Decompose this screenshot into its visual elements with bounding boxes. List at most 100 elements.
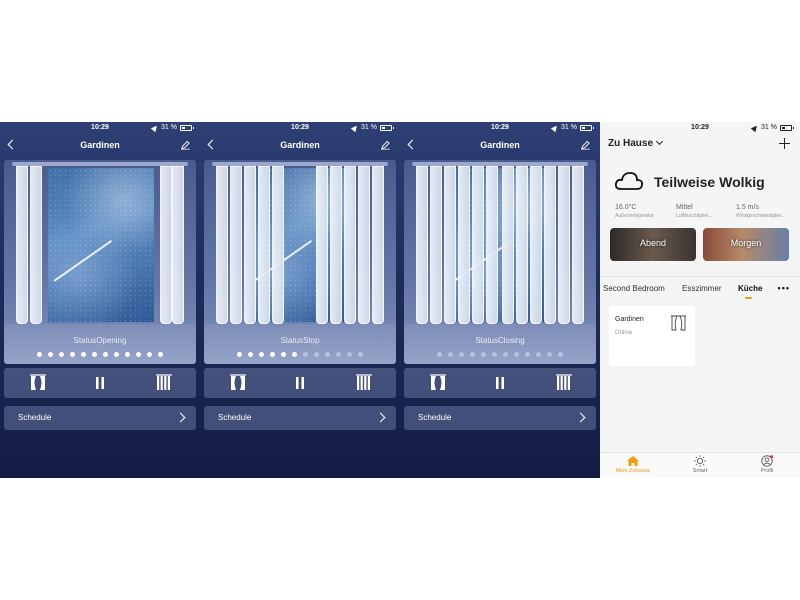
chevron-right-icon [175,412,186,423]
page-title: Gardinen [80,140,120,150]
curtain-slat [372,166,384,324]
weather-condition: Teilweise Wolkig [654,174,765,190]
battery-icon [580,125,594,131]
curtain-slat [358,166,370,324]
progress-dot [503,352,508,357]
humidity-value: Mittel [676,204,693,211]
progress-dot [481,352,486,357]
edit-icon[interactable] [581,140,590,150]
device-card-gardinen[interactable]: Gardinen Online [609,306,695,366]
progress-dot [558,352,563,357]
curtain-panels [416,166,584,326]
page-title: Gardinen [280,140,320,150]
control-bar [4,368,196,398]
pause-button[interactable] [490,373,510,393]
curtain-slat [530,166,542,324]
home-selector[interactable]: Zu Hause [608,137,664,149]
tab-label: Mein Zuhause [615,468,651,474]
close-curtain-button[interactable] [354,373,374,393]
progress-dot [70,352,75,357]
curtain-slat [472,166,484,324]
progress-dots [404,352,596,357]
weather-temperature: 16.0°C Außentemperatur [615,204,654,219]
curtain-panels [216,166,384,326]
progress-dot [37,352,42,357]
progress-dot [259,352,264,357]
more-icon[interactable]: ••• [778,283,790,293]
location-icon [550,123,560,133]
temperature-label: Außentemperatur [615,213,654,219]
status-bar: 10:29 31 % [400,122,600,134]
progress-dot [492,352,497,357]
chevron-down-icon [655,137,664,146]
curtain-slat [272,166,284,324]
tab-mein-zuhause[interactable]: Mein Zuhause [608,455,658,474]
progress-dot [303,352,308,357]
home-title: Zu Hause [608,138,654,149]
progress-dot [114,352,119,357]
progress-dot [59,352,64,357]
cloud-icon [614,172,644,190]
pause-button[interactable] [90,373,110,393]
open-curtain-button[interactable] [228,373,248,393]
curtain-slat [516,166,528,324]
curtain-slat [416,166,428,324]
scene-abend[interactable]: Abend [610,228,696,261]
edit-icon[interactable] [181,140,190,150]
chevron-right-icon [375,412,386,423]
curtain-status: StatusOpening [73,336,127,345]
nav-bar: Gardinen [400,136,600,154]
curtain-slat [244,166,256,324]
location-icon [350,123,360,133]
control-bar [404,368,596,398]
progress-dot [358,352,363,357]
chevron-right-icon [575,412,586,423]
open-curtain-button[interactable] [428,373,448,393]
screenshot-strip: 10:29 31 % Gardinen StatusOpening Schedu… [0,122,800,478]
curtain-visual: StatusOpening [4,160,196,364]
curtain-status: StatusStop [280,336,320,345]
curtain-slat [486,166,498,324]
progress-dot [325,352,330,357]
tab-kueche[interactable]: Küche [738,284,762,293]
battery-icon [780,125,794,131]
progress-dot [347,352,352,357]
schedule-label: Schedule [418,413,452,422]
curtain-icon [671,315,686,331]
status-bar: 10:29 31 % [600,122,800,134]
close-curtain-button[interactable] [554,373,574,393]
open-curtain-button[interactable] [28,373,48,393]
schedule-row[interactable]: Schedule [404,406,596,430]
edit-icon[interactable] [381,140,390,150]
schedule-label: Schedule [218,413,252,422]
device-name: Gardinen [615,316,644,323]
battery-icon [380,125,394,131]
close-curtain-button[interactable] [154,373,174,393]
temperature-value: 16.0°C [615,204,637,211]
tab-second-bedroom[interactable]: Second Bedroom [603,284,665,293]
battery-percent: 31 % [161,124,177,131]
curtain-slat [316,166,328,324]
schedule-row[interactable]: Schedule [204,406,396,430]
progress-dot [248,352,253,357]
divider [600,276,800,277]
pause-button[interactable] [290,373,310,393]
status-bar: 10:29 31 % [0,122,200,134]
scene-morgen[interactable]: Morgen [703,228,789,261]
nav-bar: Gardinen [200,136,400,154]
add-icon[interactable] [779,138,790,149]
progress-dots [4,352,196,357]
progress-dot [48,352,53,357]
control-bar [204,368,396,398]
curtain-visual: StatusClosing [404,160,596,364]
curtain-slat [502,166,514,324]
schedule-label: Schedule [18,413,52,422]
progress-dot [158,352,163,357]
tab-esszimmer[interactable]: Esszimmer [682,284,722,293]
curtain-slat [30,166,42,324]
tab-smart[interactable]: Smart [675,455,725,474]
tab-profil[interactable]: Profil [742,455,792,474]
tab-label: Profil [760,468,774,474]
tab-label: Smart [692,468,708,474]
schedule-row[interactable]: Schedule [4,406,196,430]
